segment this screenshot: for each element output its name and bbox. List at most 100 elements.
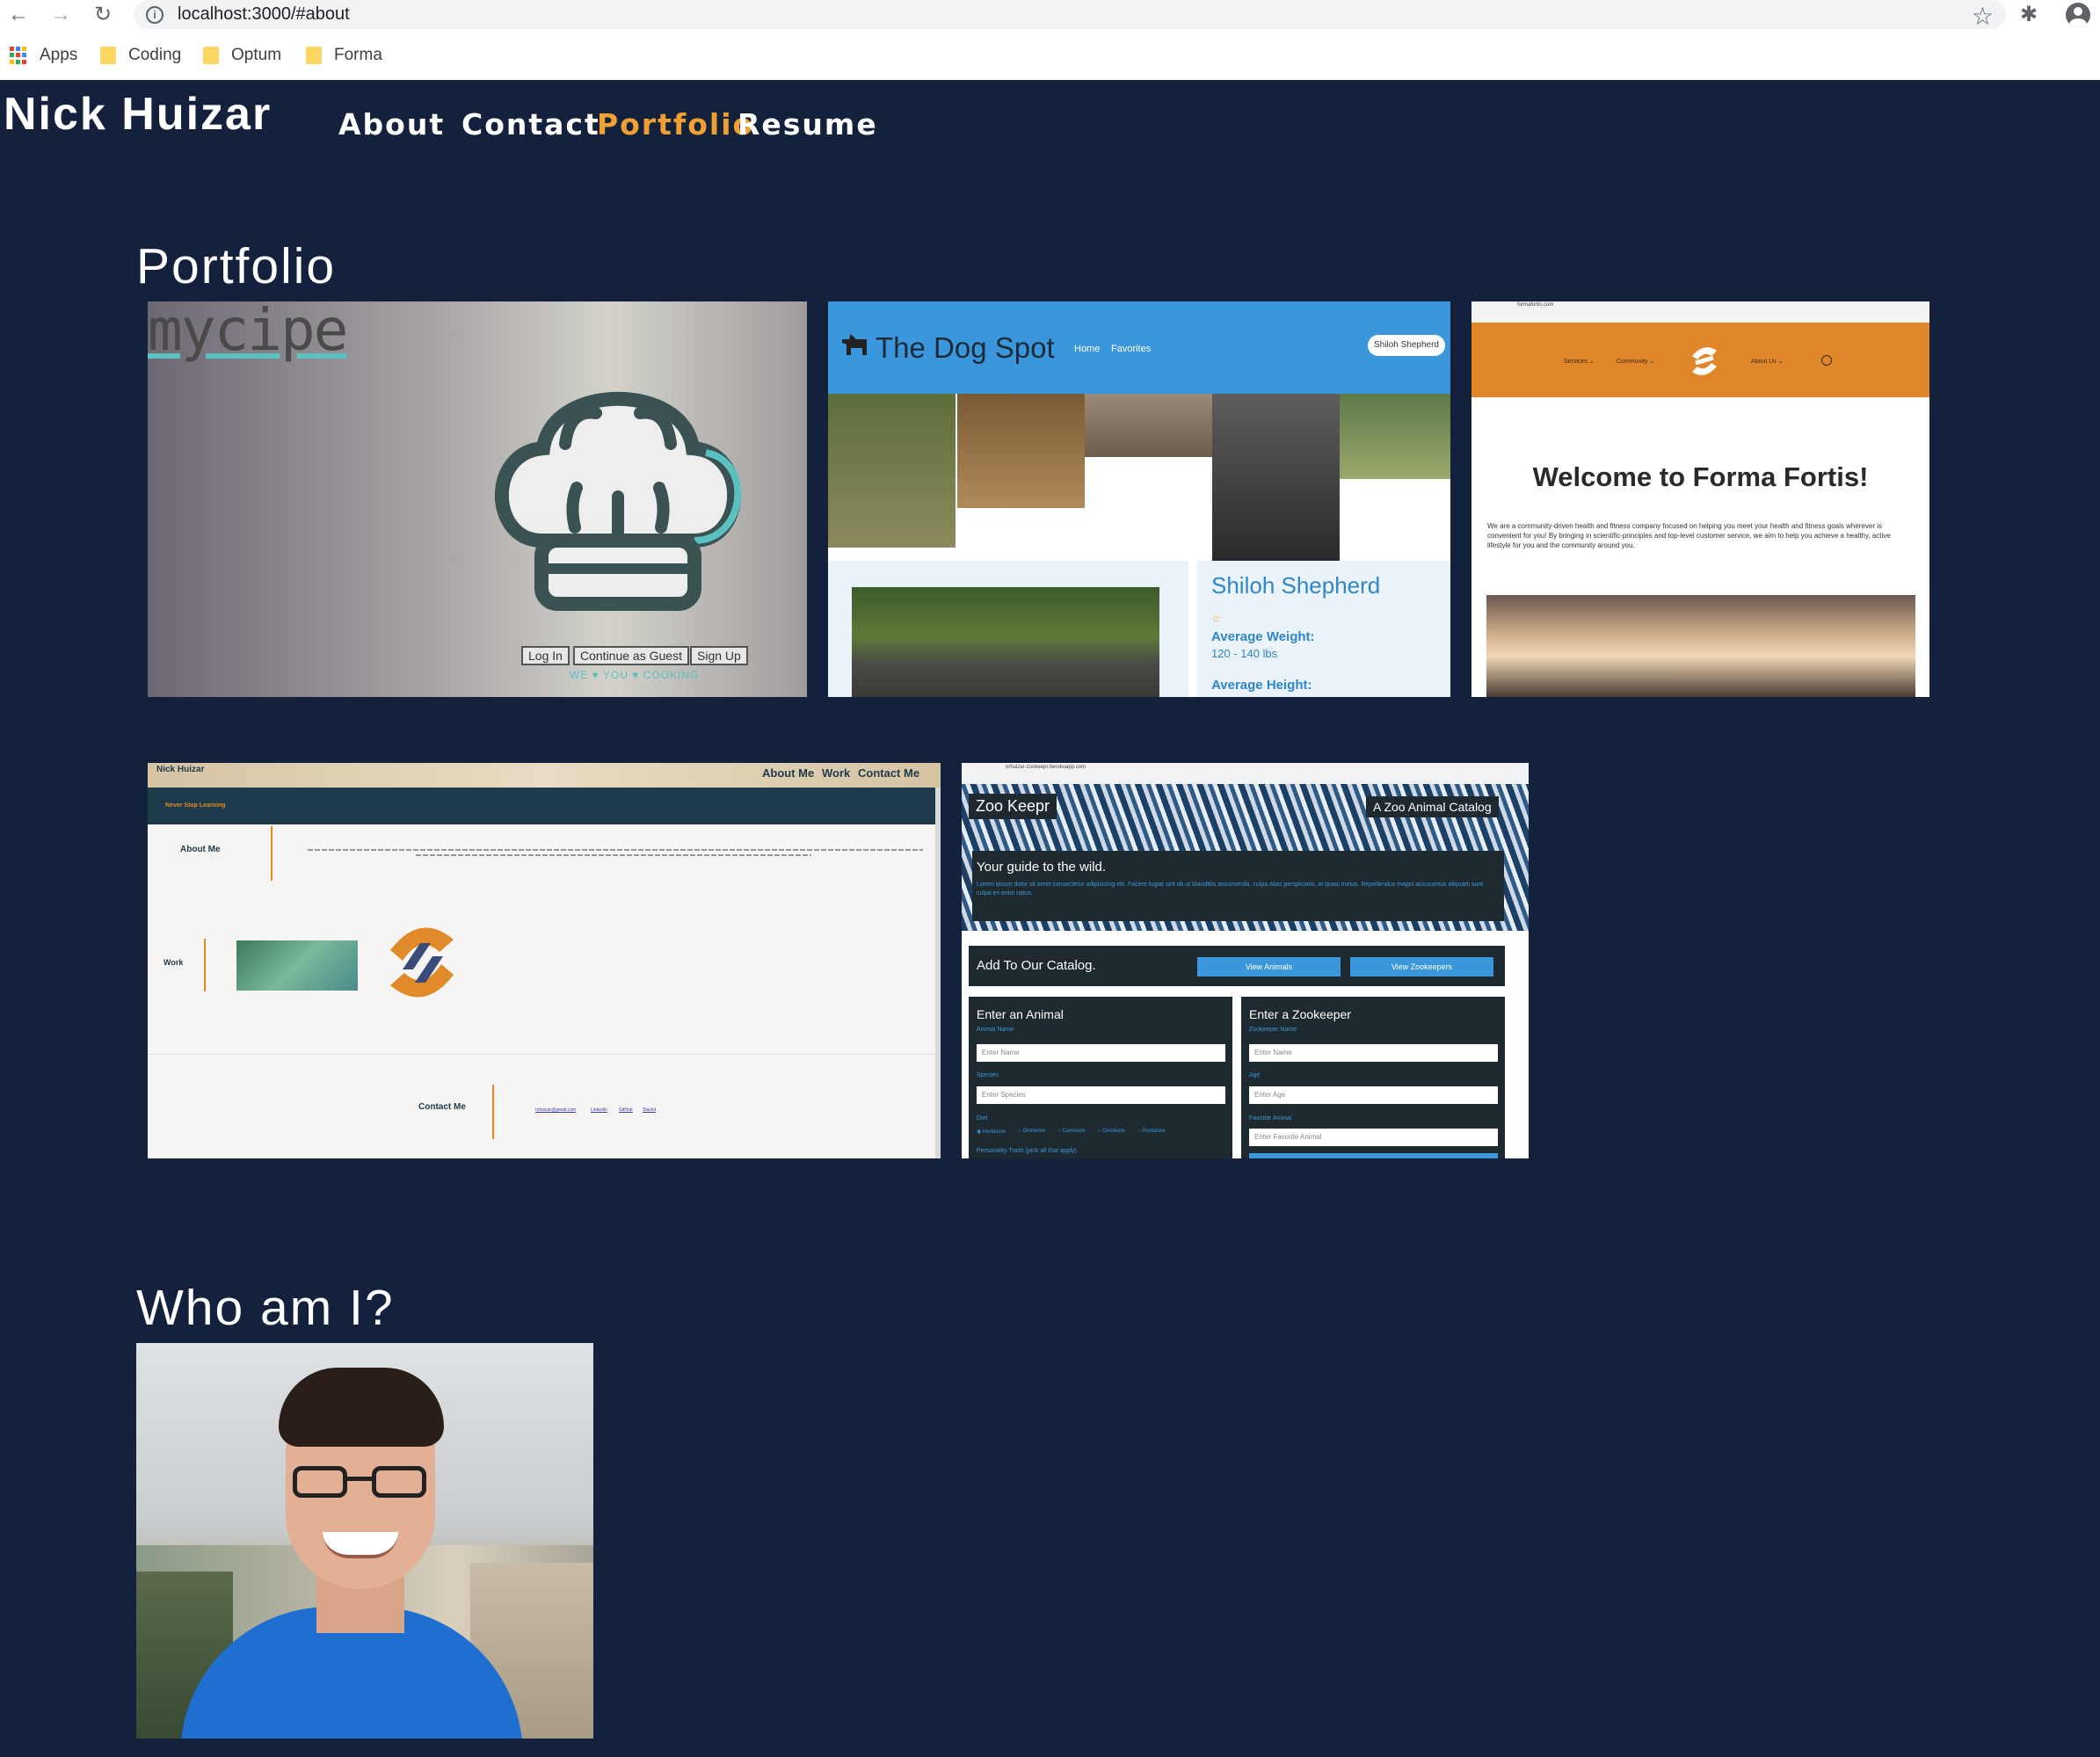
forma-search-icon[interactable] <box>1821 355 1832 366</box>
dog-photo <box>1085 394 1217 457</box>
forma-menu-community[interactable]: Community ⌄ <box>1617 358 1654 365</box>
forma-menu-about[interactable]: About Us ⌄ <box>1751 358 1784 365</box>
forma-logo-icon <box>1692 347 1717 375</box>
contact-link-stackit[interactable]: Stackit <box>643 1107 656 1113</box>
bookmark-forma[interactable]: Forma <box>306 46 382 65</box>
dogspot-weight-value: 120 - 140 lbs <box>1211 647 1278 660</box>
photo-glasses-bridge <box>345 1477 374 1481</box>
profile-avatar-icon[interactable] <box>2066 3 2090 27</box>
forma-menu-services[interactable]: Services ⌄ <box>1564 358 1595 365</box>
bookmark-label: Optum <box>231 46 282 64</box>
species-label: Species <box>977 1072 999 1078</box>
nav-contact[interactable]: Contact <box>461 107 600 142</box>
mycipe-guest-button[interactable]: Continue as Guest <box>573 646 689 665</box>
work-thumbnail[interactable] <box>236 940 358 991</box>
zoo-add-title: Add To Our Catalog. <box>977 958 1096 973</box>
folder-icon <box>203 47 219 64</box>
project-portfolio-site[interactable]: Nick Huizar About Me Work Contact Me Nev… <box>148 763 941 1158</box>
reload-icon[interactable]: ↻ <box>90 2 116 28</box>
dog-icon <box>842 334 867 355</box>
portfolio-site-work-label: Work <box>163 958 184 967</box>
contact-link-linkedin[interactable]: LinkedIn <box>591 1107 607 1113</box>
mycipe-signup-button[interactable]: Sign Up <box>690 646 748 665</box>
favorite-animal-input[interactable]: Enter Favorite Animal <box>1249 1129 1498 1146</box>
dog-photo <box>1212 394 1340 561</box>
address-bar[interactable]: i localhost:3000/#about ☆ <box>134 0 2006 31</box>
project-forma-fortis[interactable]: formafortis.com Services ⌄ Community ⌄ A… <box>1471 301 1929 697</box>
portfolio-site-nav-work[interactable]: Work <box>822 766 850 780</box>
diet-option-label: Herbivore <box>982 1129 1006 1135</box>
bookmark-optum[interactable]: Optum <box>203 46 281 65</box>
portfolio-site-banner <box>148 788 935 824</box>
diet-option-label: Omnivore <box>1101 1129 1125 1134</box>
bookmark-star-icon[interactable]: ☆ <box>1972 2 1994 31</box>
divider <box>492 1085 494 1139</box>
view-animals-button[interactable]: View Animals <box>1197 957 1341 977</box>
mycipe-tagline: WE ♥ YOU ♥ COOKING <box>570 669 700 681</box>
portfolio-site-nav-contact[interactable]: Contact Me <box>858 766 919 780</box>
diet-option-label: Carnivore <box>1062 1129 1086 1134</box>
favorite-star-icon[interactable]: ☆ <box>1211 613 1221 625</box>
forward-arrow-icon[interactable]: → <box>47 2 74 28</box>
diet-radio[interactable]: ◉ Herbivore <box>977 1129 1006 1135</box>
contact-link-email[interactable]: nrhuizar@gmail.com <box>535 1107 576 1113</box>
nav-portfolio[interactable]: Portfolio <box>597 107 754 142</box>
dogspot-weight-label: Average Weight: <box>1211 629 1315 644</box>
zoo-guide-heading: Your guide to the wild. <box>977 860 1107 875</box>
bookmark-label: Apps <box>40 46 78 64</box>
dogspot-nav-favorites[interactable]: Favorites <box>1111 344 1151 354</box>
diet-radio[interactable]: ○ Predatore <box>1137 1129 1166 1135</box>
divider <box>148 1054 935 1055</box>
zookeeper-form-title: Enter a Zookeeper <box>1249 1007 1351 1021</box>
portfolio-heading: Portfolio <box>136 238 337 294</box>
apps-grid-icon <box>10 47 27 64</box>
portfolio-site-contact-label: Contact Me <box>418 1102 466 1112</box>
diet-radio[interactable]: ○ Omnivore <box>1098 1129 1125 1135</box>
diet-radio[interactable]: ○ Omnivore <box>1018 1129 1045 1135</box>
diet-option-label: Predatore <box>1142 1129 1166 1134</box>
portfolio-site-nav-about[interactable]: About Me <box>762 766 814 780</box>
info-icon[interactable]: i <box>146 6 163 24</box>
nav-about[interactable]: About <box>338 107 445 142</box>
zookeeper-name-input[interactable]: Enter Name <box>1249 1044 1498 1062</box>
back-arrow-icon[interactable]: ← <box>5 2 32 28</box>
zookeeper-name-label: Zookeeper Name <box>1249 1027 1297 1033</box>
photo-hair <box>279 1368 444 1447</box>
about-heading: Who am I? <box>136 1280 395 1336</box>
view-zookeepers-button[interactable]: View Zookeepers <box>1350 957 1493 977</box>
dogspot-nav-home[interactable]: Home <box>1074 344 1100 354</box>
dog-photo <box>828 394 956 548</box>
animal-form-title: Enter an Animal <box>977 1007 1064 1021</box>
site-title[interactable]: Nick Huizar <box>4 88 272 141</box>
photo-glasses-right <box>372 1466 426 1498</box>
extensions-puzzle-icon[interactable]: ✱ <box>2020 2 2038 27</box>
bookmark-coding[interactable]: Coding <box>100 46 181 65</box>
scrollbar[interactable] <box>935 788 941 1158</box>
age-input[interactable]: Enter Age <box>1249 1086 1498 1104</box>
animal-name-input[interactable]: Enter Name <box>977 1044 1225 1062</box>
forma-body: We are a community-driven health and fit… <box>1487 522 1891 549</box>
species-input[interactable]: Enter Species <box>977 1086 1225 1104</box>
forma-logo-icon <box>390 927 454 998</box>
dogspot-breed-name: Shiloh Shepherd <box>1211 572 1381 599</box>
dogspot-search-input[interactable]: Shiloh Shepherd <box>1368 335 1445 356</box>
contact-link-github[interactable]: GitHub <box>619 1107 633 1113</box>
project-mycipe[interactable]: mycipe Log In Continue as Guest Sign Up … <box>148 301 807 697</box>
profile-photo <box>136 1343 593 1739</box>
project-zookeepr[interactable]: nrhuizar-zookeepr.herokuapp.com Zoo Keep… <box>962 763 1529 1158</box>
diet-option-label: Omnivore <box>1022 1129 1046 1134</box>
dog-photo <box>957 394 1085 508</box>
divider <box>204 939 206 991</box>
nav-resume[interactable]: Resume <box>738 107 878 142</box>
zoo-title: Zoo Keepr <box>969 794 1057 819</box>
bookmark-apps[interactable]: Apps <box>10 46 77 65</box>
forma-heading: Welcome to Forma Fortis! <box>1532 461 1869 492</box>
favorite-animal-label: Favorite Animal <box>1249 1115 1292 1122</box>
diet-radio[interactable]: ○ Carnivore <box>1057 1129 1085 1135</box>
dog-photo <box>852 587 1159 697</box>
project-dogspot[interactable]: The Dog Spot Home Favorites Shiloh Sheph… <box>828 301 1450 697</box>
zookeeper-submit-button[interactable] <box>1249 1153 1498 1158</box>
bookmark-label: Forma <box>334 46 382 64</box>
mycipe-login-button[interactable]: Log In <box>521 646 570 665</box>
portfolio-site-name: Nick Huizar <box>156 765 205 774</box>
